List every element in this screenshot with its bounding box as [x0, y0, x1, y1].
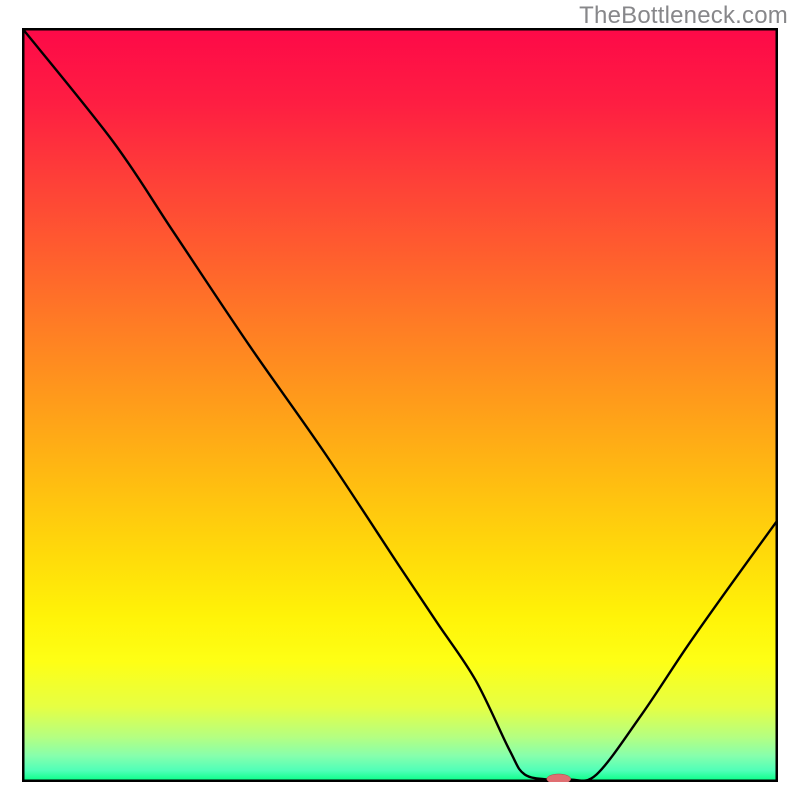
- gradient-background: [22, 28, 778, 782]
- watermark-text: TheBottleneck.com: [579, 2, 788, 30]
- optimal-point-marker: [547, 774, 571, 782]
- chart-svg: [22, 28, 778, 782]
- chart-container: TheBottleneck.com: [0, 0, 800, 800]
- chart-plot-area: [22, 28, 778, 782]
